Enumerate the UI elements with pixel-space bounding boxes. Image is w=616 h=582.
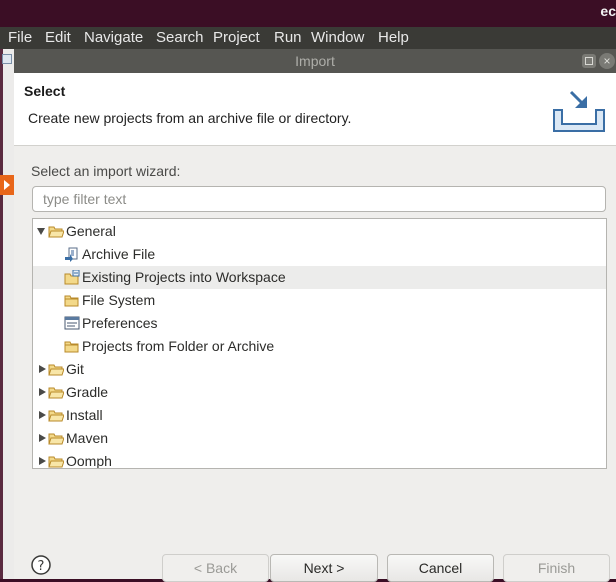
tree-item-label: Preferences [82,315,158,331]
filter-input[interactable] [32,186,606,212]
import-dialog: Import × Select Create new projects from… [14,49,616,582]
tree-item-file-system[interactable]: File System [33,289,606,312]
tree-item-preferences[interactable]: Preferences [33,312,606,335]
folder-icon [64,295,79,307]
tree-item-label: Projects from Folder or Archive [82,338,275,354]
folder-open-icon [48,226,64,238]
next-button[interactable]: Next > [270,554,378,582]
folder-open-icon [48,456,64,468]
tree-item-label: Existing Projects into Workspace [82,269,286,285]
menu-run[interactable]: Run [274,29,302,47]
tree-item-label: File System [82,292,156,308]
finish-button[interactable]: Finish [503,554,610,582]
back-button[interactable]: < Back [162,554,269,582]
tree-item-install[interactable]: Install [33,404,606,427]
help-icon[interactable]: ? [31,555,51,575]
tree-item-label: Install [66,407,103,423]
tree-item-gradle[interactable]: Gradle [33,381,606,404]
existing-projects-icon [64,270,80,285]
wizard-tree[interactable]: General Archive File Existing Projects i… [32,218,607,469]
filter-label: Select an import wizard: [31,163,181,179]
tree-item-projects-from-folder[interactable]: Projects from Folder or Archive [33,335,606,358]
cancel-button[interactable]: Cancel [387,554,494,582]
folder-open-icon [48,364,64,376]
tree-item-label: General [66,223,116,239]
expand-arrow-icon[interactable] [36,450,48,468]
tree-item-label: Git [66,361,84,377]
expand-arrow-icon[interactable] [36,404,48,427]
import-wizard-icon [553,90,605,132]
tree-item-oomph[interactable]: Oomph [33,450,606,469]
tree-item-general[interactable]: General [33,220,606,243]
tree-item-label: Maven [66,430,109,446]
menu-edit[interactable]: Edit [45,29,71,47]
tree-item-maven[interactable]: Maven [33,427,606,450]
expand-arrow-icon[interactable] [36,427,48,450]
run-view-icon [0,175,14,195]
menu-file[interactable]: File [8,29,32,47]
dialog-title: Import [295,53,335,69]
svg-text:?: ? [38,559,45,574]
menu-navigate[interactable]: Navigate [84,29,143,47]
toolbar-icon [2,54,12,64]
tree-item-label: Gradle [66,384,109,400]
background-edge [0,49,3,579]
folder-open-icon [48,410,64,422]
tree-item-label: Oomph [66,453,112,469]
menu-window[interactable]: Window [311,29,364,47]
menu-search[interactable]: Search [156,29,204,47]
tree-item-label: Archive File [82,246,156,262]
wizard-header: Select Create new projects from an archi… [14,73,616,146]
dialog-titlebar: Import × [14,49,616,73]
menu-help[interactable]: Help [378,29,409,47]
preferences-icon [64,316,80,330]
tree-item-archive-file[interactable]: Archive File [33,243,606,266]
menu-project[interactable]: Project [213,29,260,47]
expand-arrow-icon[interactable] [36,358,48,381]
folder-icon [64,341,79,353]
system-bar-title: ec [600,3,616,19]
restore-icon[interactable] [582,54,596,68]
folder-open-icon [48,387,64,399]
close-icon[interactable]: × [599,53,615,69]
menu-bar: File Edit Navigate Search Project Run Wi… [0,27,616,49]
archive-file-icon [65,247,78,262]
wizard-page-description: Create new projects from an archive file… [28,110,352,126]
background-workbench-strip [0,49,14,579]
wizard-page-title: Select [24,83,66,99]
tree-item-git[interactable]: Git [33,358,606,381]
expand-arrow-icon[interactable] [36,381,48,404]
collapse-arrow-icon[interactable] [36,220,48,243]
system-top-bar: ec [0,0,616,27]
folder-open-icon [48,433,64,445]
tree-item-existing-projects[interactable]: Existing Projects into Workspace [33,266,606,289]
